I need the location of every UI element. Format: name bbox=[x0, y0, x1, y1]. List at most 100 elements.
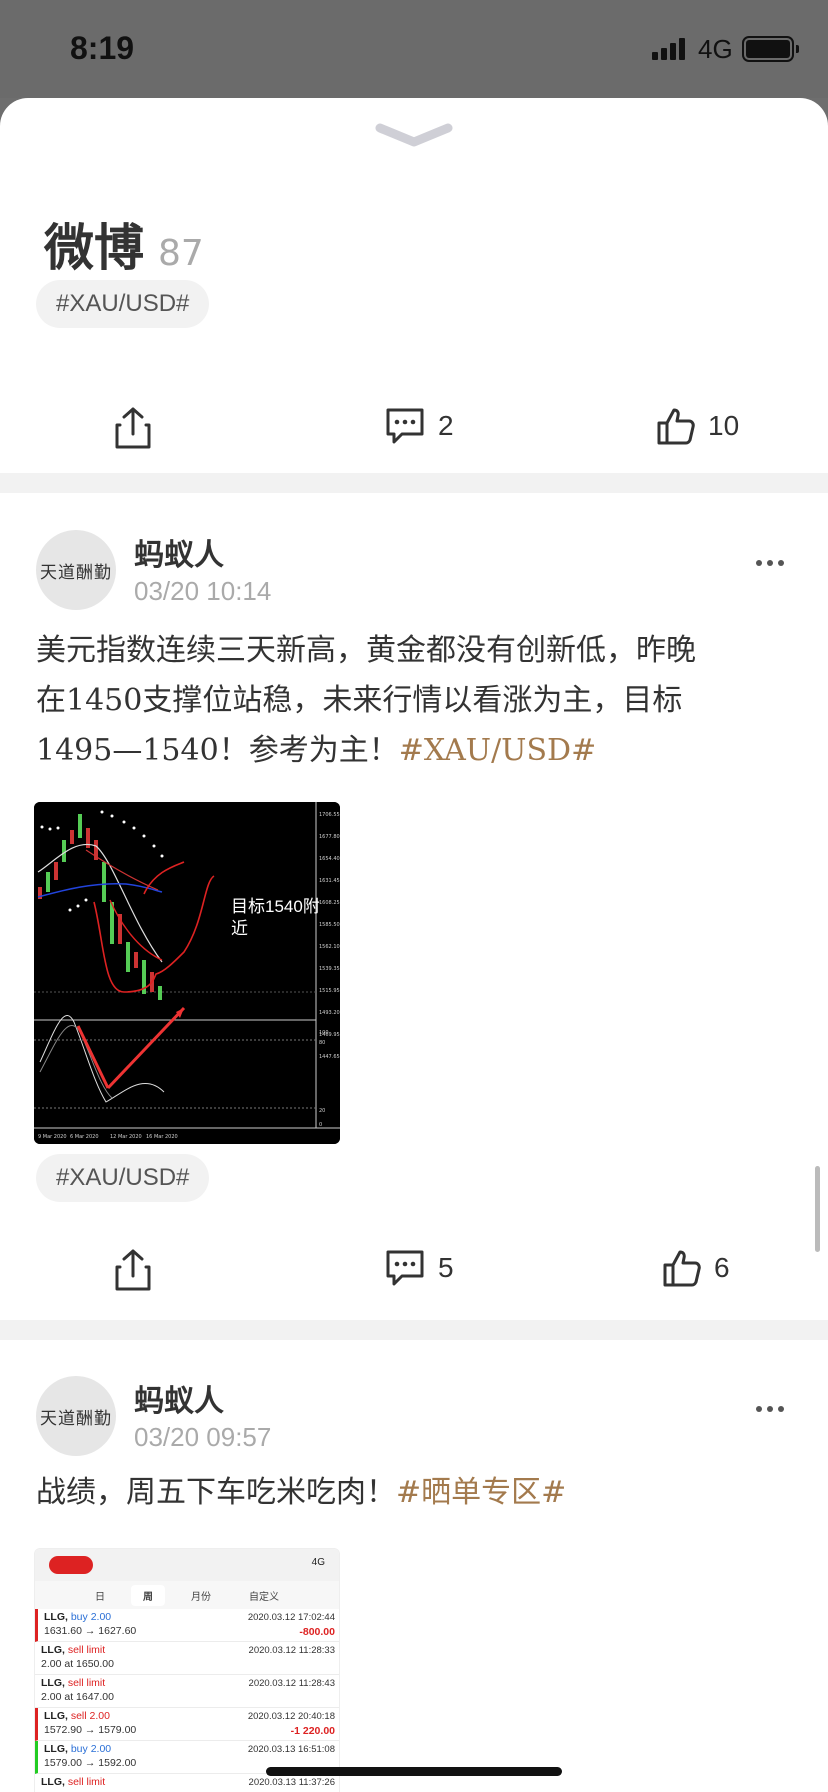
post-divider bbox=[0, 1320, 828, 1340]
trade-symbol: LLG, bbox=[41, 1677, 65, 1689]
chart-annotation-line: 目标1540附 bbox=[231, 897, 320, 916]
trade-history-image[interactable]: 4G 日 周 月份 自定义 LLG, buy 2.00 2020.03.12 17… bbox=[34, 1548, 340, 1792]
trade-period-tabs: 日 周 月份 自定义 bbox=[35, 1581, 339, 1609]
trade-price: 1631.60 → 1627.60 bbox=[44, 1625, 137, 1637]
svg-text:80: 80 bbox=[319, 1040, 325, 1046]
svg-text:16 Mar 2020: 16 Mar 2020 bbox=[146, 1134, 178, 1140]
svg-text:1447.65: 1447.65 bbox=[319, 1054, 340, 1060]
trade-symbol: LLG, bbox=[44, 1710, 68, 1722]
candlestick-chart-image: 1706.551677.801654.40 1631.451608.251585… bbox=[34, 802, 340, 1144]
trade-symbol: LLG, bbox=[44, 1743, 68, 1755]
comment-button[interactable]: 5 bbox=[384, 1248, 454, 1288]
post-text-line: 美元指数连续三天新高，黄金都没有创新低，昨晚 bbox=[36, 633, 696, 668]
back-button-badge bbox=[49, 1556, 93, 1574]
trade-type: buy 2.00 bbox=[70, 1611, 112, 1623]
tab-custom: 自定义 bbox=[249, 1591, 279, 1603]
thumbs-up-icon bbox=[663, 1250, 701, 1287]
avatar[interactable]: 天道酬勤 bbox=[36, 1376, 116, 1456]
svg-text:1515.95: 1515.95 bbox=[319, 988, 340, 994]
tab-week: 周 bbox=[131, 1584, 165, 1606]
home-indicator[interactable] bbox=[266, 1767, 562, 1776]
post-text-line: 1495—1540！参考为主！ bbox=[36, 733, 399, 768]
tab-month: 月份 bbox=[191, 1591, 211, 1603]
author-name[interactable]: 蚂蚁人 bbox=[134, 1376, 224, 1420]
trade-type: sell 2.00 bbox=[70, 1710, 110, 1722]
share-icon bbox=[115, 1249, 151, 1291]
battery-icon bbox=[742, 36, 799, 62]
svg-text:1631.45: 1631.45 bbox=[319, 878, 340, 884]
post-text: 战绩，周五下车吃米吃肉！#晒单专区# bbox=[36, 1468, 796, 1518]
trade-datetime: 2020.03.12 11:28:33 bbox=[248, 1645, 335, 1656]
post-time: 03/20 10:14 bbox=[134, 576, 272, 606]
post-text-line: 战绩，周五下车吃米吃肉！ bbox=[36, 1475, 396, 1510]
like-button[interactable]: 10 bbox=[656, 406, 739, 446]
trade-datetime: 2020.03.12 17:02:44 bbox=[247, 1612, 335, 1623]
comment-count: 2 bbox=[438, 410, 454, 441]
table-row: LLG, sell limit 2020.03.13 11:37:26 bbox=[35, 1774, 339, 1792]
chart-annotation: 目标1540附 近 bbox=[231, 896, 331, 940]
avatar[interactable]: 天道酬勤 bbox=[36, 530, 116, 610]
trade-profit: -1 220.00 bbox=[290, 1725, 335, 1737]
svg-text:12 Mar 2020: 12 Mar 2020 bbox=[110, 1134, 142, 1140]
status-bar: 8:19 4G bbox=[0, 0, 828, 98]
trade-price: 2.00 at 1650.00 bbox=[41, 1658, 114, 1670]
trade-datetime: 2020.03.12 11:28:43 bbox=[248, 1678, 335, 1689]
share-button[interactable] bbox=[114, 1248, 152, 1292]
author-name[interactable]: 蚂蚁人 bbox=[134, 530, 224, 574]
svg-text:1654.40: 1654.40 bbox=[319, 856, 340, 862]
network-label: 4G bbox=[698, 34, 733, 64]
comment-button[interactable]: 2 bbox=[384, 406, 454, 446]
trade-type: sell limit bbox=[67, 1677, 106, 1689]
chart-annotation-line: 近 bbox=[231, 919, 248, 938]
bottom-sheet: 微博 87 #XAU/USD# 2 10 天道酬勤 蚂蚁人 03/20 10:1… bbox=[0, 98, 828, 1792]
signal-icon bbox=[652, 38, 685, 60]
sheet-header: 微博 87 bbox=[44, 208, 204, 280]
svg-text:1539.35: 1539.35 bbox=[319, 966, 340, 972]
post-hashtag[interactable]: #XAU/USD# bbox=[399, 733, 597, 768]
trade-type: buy 2.00 bbox=[70, 1743, 112, 1755]
chart-image[interactable]: 1706.55 1677.80 1654.40 1631.45 1608.25 1585… bbox=[34, 802, 340, 1144]
trade-profit: -800.00 bbox=[299, 1626, 335, 1638]
post-text-line: 在1450支撑位站稳，未来行情以看涨为主，目标 bbox=[36, 683, 683, 718]
scrollbar[interactable] bbox=[815, 1166, 820, 1252]
trade-symbol: LLG, bbox=[41, 1644, 65, 1656]
svg-text:100: 100 bbox=[319, 1030, 329, 1036]
svg-text:1562.10: 1562.10 bbox=[319, 944, 340, 950]
svg-text:20: 20 bbox=[319, 1108, 325, 1114]
topic-tag[interactable]: #XAU/USD# bbox=[36, 1154, 210, 1202]
status-time: 8:19 bbox=[70, 30, 135, 66]
table-row: LLG, sell 2.00 2020.03.12 20:40:18 1572.90… bbox=[35, 1708, 339, 1741]
svg-text:9 Mar 2020: 9 Mar 2020 bbox=[38, 1134, 67, 1140]
table-row: LLG, sell limit 2020.03.12 11:28:43 2.00 a… bbox=[35, 1675, 339, 1708]
more-dots-icon[interactable] bbox=[756, 1406, 784, 1412]
trade-type: sell limit bbox=[67, 1644, 106, 1656]
post-hashtag[interactable]: #晒单专区# bbox=[396, 1475, 566, 1510]
share-icon bbox=[115, 407, 151, 449]
thumbs-up-icon bbox=[657, 408, 695, 445]
trade-topbar: 4G bbox=[35, 1549, 339, 1581]
trade-datetime: 2020.03.13 11:37:26 bbox=[248, 1777, 335, 1788]
svg-text:1677.80: 1677.80 bbox=[319, 834, 340, 840]
topic-tag[interactable]: #XAU/USD# bbox=[36, 280, 210, 328]
svg-text:0: 0 bbox=[319, 1122, 322, 1128]
trade-symbol: LLG, bbox=[41, 1776, 65, 1788]
trade-datetime: 2020.03.12 20:40:18 bbox=[247, 1711, 335, 1722]
svg-text:6 Mar 2020: 6 Mar 2020 bbox=[70, 1134, 99, 1140]
post-divider bbox=[0, 473, 828, 493]
post-time: 03/20 09:57 bbox=[134, 1422, 272, 1452]
share-button[interactable] bbox=[114, 406, 152, 450]
post-text: 美元指数连续三天新高，黄金都没有创新低，昨晚 在1450支撑位站稳，未来行情以看… bbox=[36, 626, 796, 776]
trade-price: 2.00 at 1647.00 bbox=[41, 1691, 114, 1703]
trade-network-label: 4G bbox=[311, 1557, 325, 1568]
svg-text:1706.55: 1706.55 bbox=[319, 812, 340, 818]
more-dots-icon[interactable] bbox=[756, 560, 784, 566]
avatar-seal-text: 天道酬勤 bbox=[40, 562, 112, 583]
post-count: 87 bbox=[158, 233, 204, 274]
table-row: LLG, buy 2.00 2020.03.12 17:02:44 1631.60 … bbox=[35, 1609, 339, 1642]
comment-icon bbox=[386, 1250, 424, 1286]
comment-icon bbox=[386, 408, 424, 444]
like-button[interactable]: 6 bbox=[662, 1248, 730, 1288]
trade-type: sell limit bbox=[67, 1776, 106, 1788]
chevron-down-icon[interactable] bbox=[374, 120, 454, 150]
sheet-title: 微博 bbox=[44, 219, 144, 277]
